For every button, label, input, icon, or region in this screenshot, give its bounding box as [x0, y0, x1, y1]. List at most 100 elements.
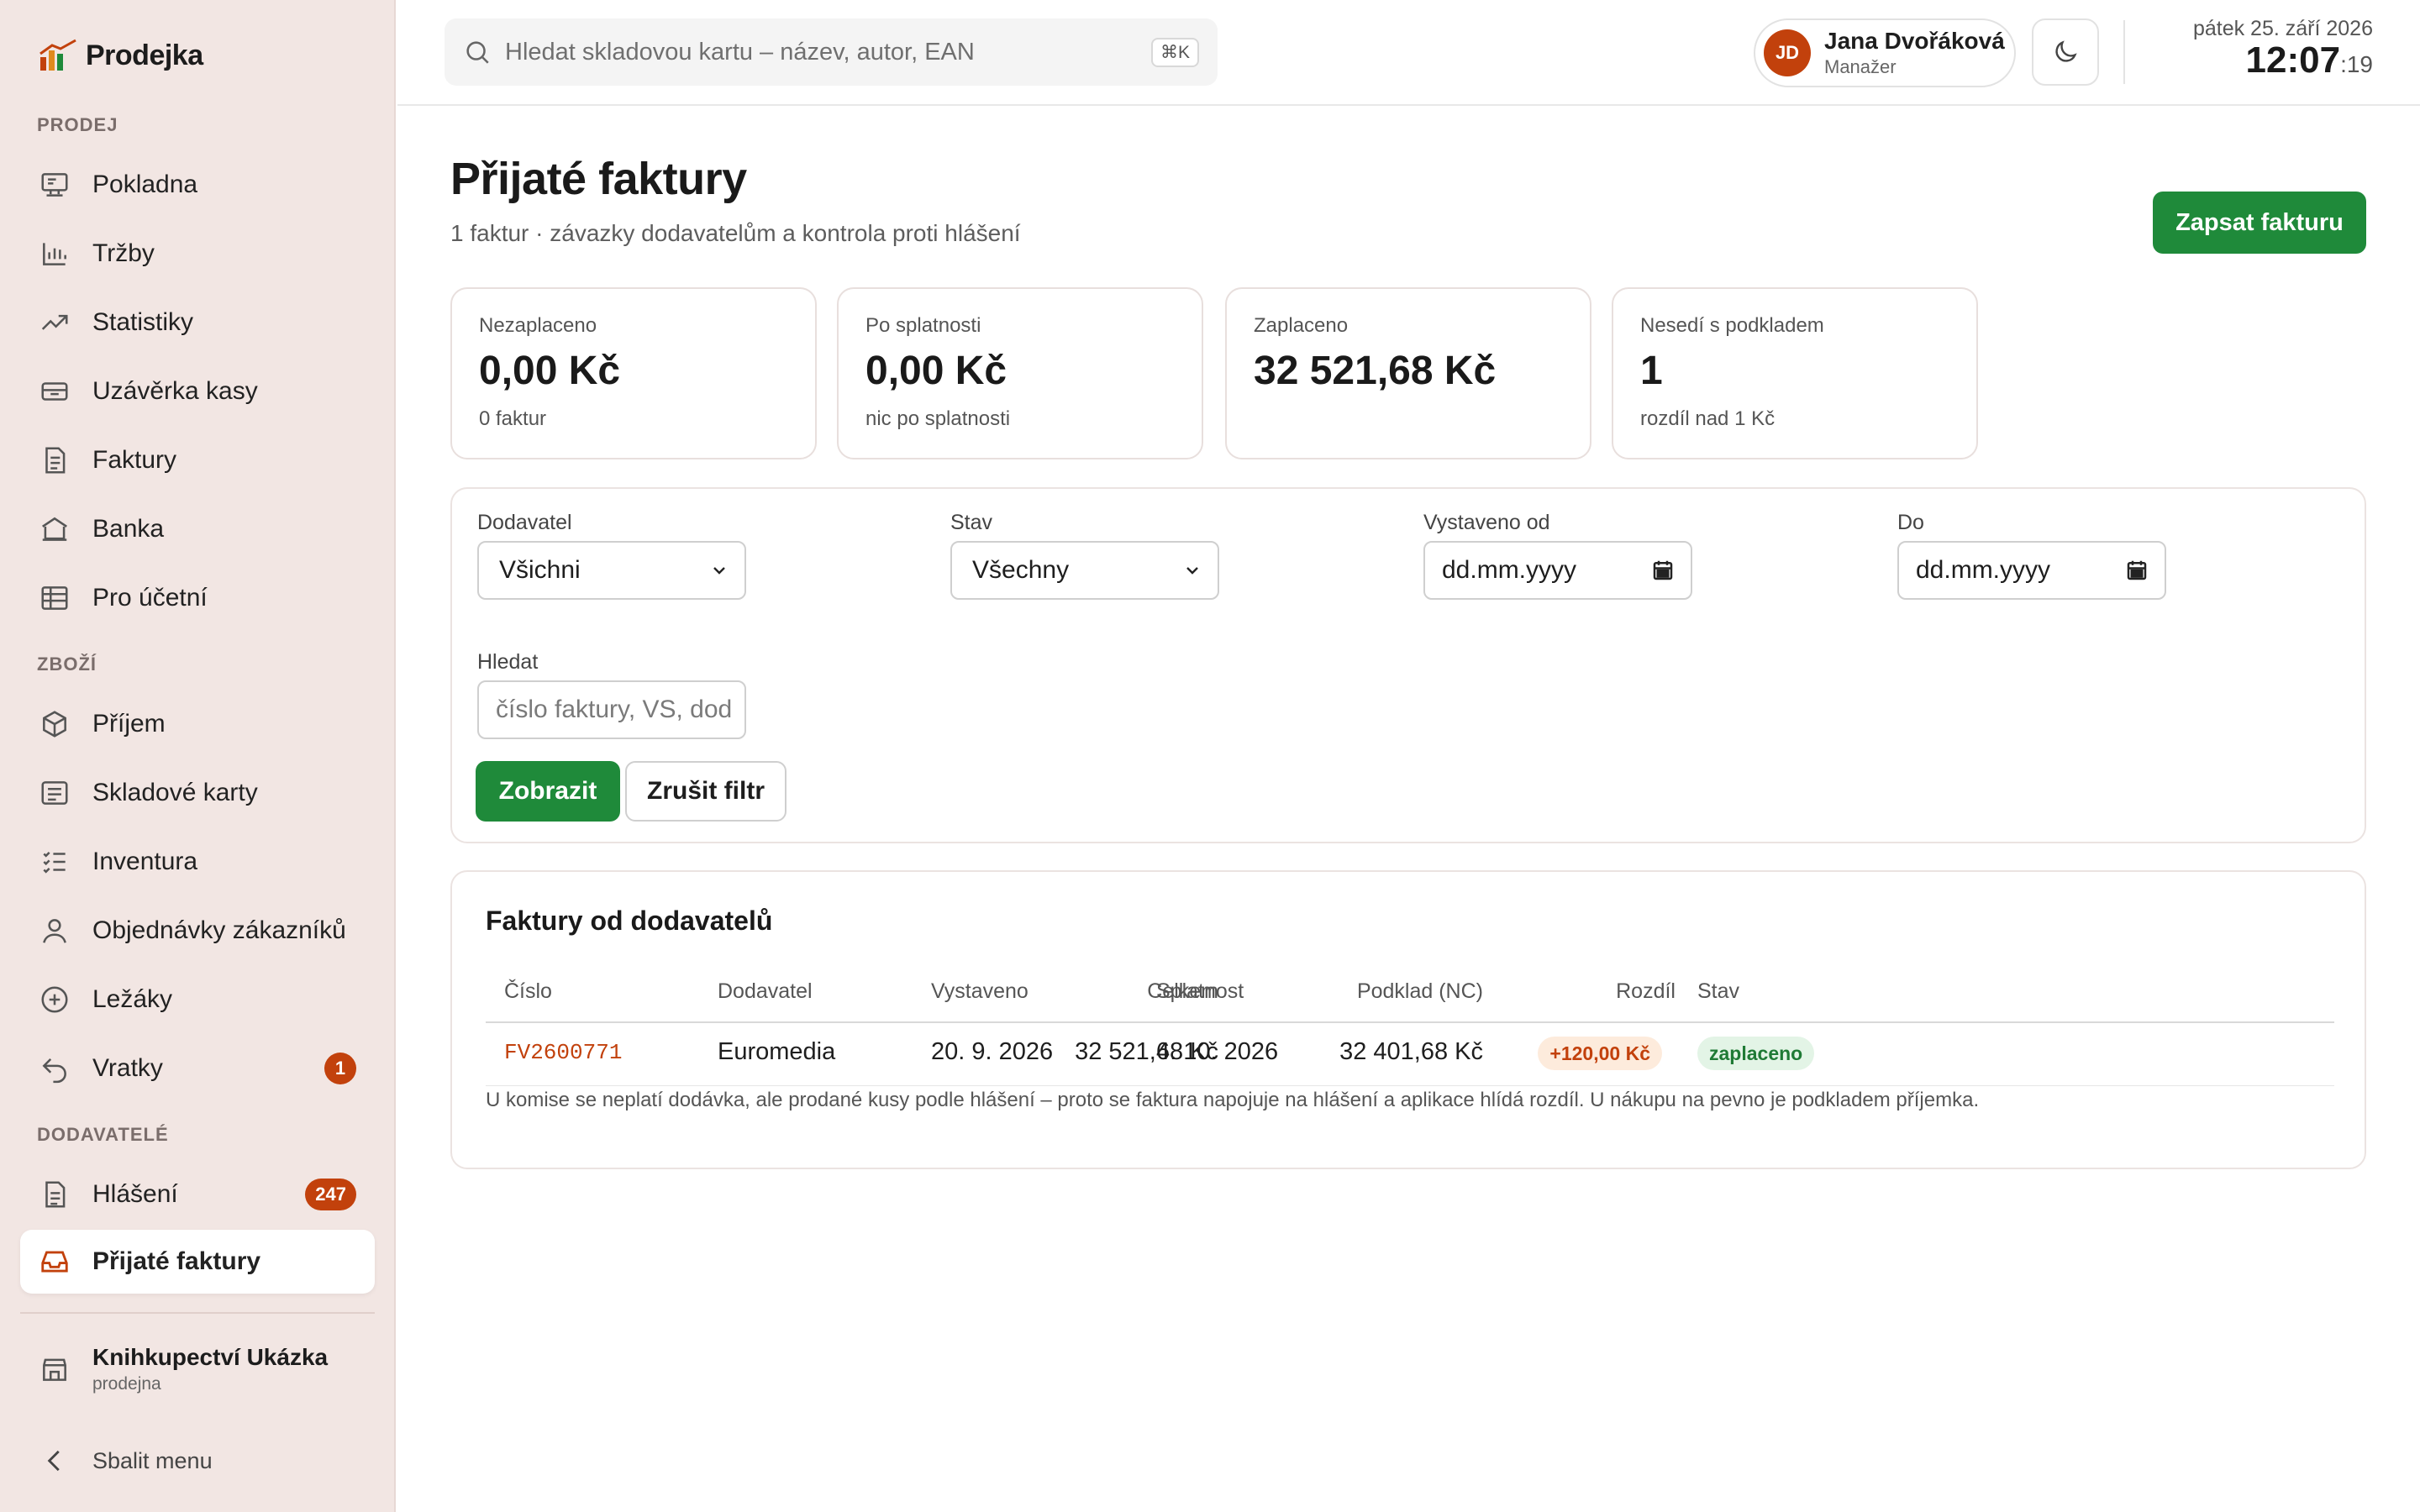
- sidebar-divider: [20, 1312, 375, 1314]
- issued-from-value: dd.mm.yyyy: [1442, 556, 1577, 584]
- search-box[interactable]: ⌘K: [445, 18, 1218, 86]
- avatar: JD: [1764, 29, 1811, 76]
- sidebar-item-label: Přijaté faktury: [92, 1247, 261, 1275]
- page-title: Přijaté faktury: [450, 154, 747, 204]
- stat-card-overdue: Po splatnosti 0,00 Kč nic po splatnosti: [837, 287, 1203, 459]
- sidebar-item-label: Pokladna: [92, 171, 198, 198]
- issued-from-date-input[interactable]: dd.mm.yyyy: [1423, 541, 1692, 600]
- sidebar-item-label: Tržby: [92, 239, 155, 267]
- issued-to-date-input[interactable]: dd.mm.yyyy: [1897, 541, 2166, 600]
- theme-toggle-button[interactable]: [2032, 18, 2099, 86]
- sidebar-item-label: Pro účetní: [92, 584, 208, 612]
- sidebar-item-vratky[interactable]: Vratky 1: [20, 1037, 375, 1100]
- cell-total: 32 521,68 Kč: [1075, 1038, 1218, 1065]
- sidebar-item-prijate-faktury[interactable]: Přijaté faktury: [20, 1230, 375, 1294]
- column-header-basis[interactable]: Podklad (NC): [1357, 979, 1483, 1004]
- document-icon: [39, 444, 71, 476]
- stat-sub: nic po splatnosti: [865, 407, 1011, 430]
- clock-date: pátek 25. září 2026: [2192, 17, 2373, 40]
- topbar-divider: [2123, 20, 2125, 84]
- column-header-total[interactable]: Celkem: [1147, 979, 1218, 1004]
- stat-card-mismatch: Nesedí s podkladem 1 rozdíl nad 1 Kč: [1612, 287, 1978, 459]
- sidebar-item-label: Vratky: [92, 1054, 163, 1082]
- sidebar-item-label: Uzávěrka kasy: [92, 377, 258, 405]
- column-header-difference[interactable]: Rozdíl: [1616, 979, 1676, 1004]
- search-input[interactable]: [505, 38, 1151, 66]
- stat-value: 0,00 Kč: [865, 349, 1007, 393]
- sidebar-item-pokladna[interactable]: Pokladna: [20, 153, 375, 217]
- supplier-filter-label: Dodavatel: [477, 511, 572, 534]
- table-row-divider: [486, 1085, 2334, 1086]
- sidebar: Prodejka PRODEJ Pokladna Tržby Statistik…: [0, 0, 396, 1512]
- sidebar-item-statistiky[interactable]: Statistiky: [20, 291, 375, 354]
- section-label-dodavatele: DODAVATELÉ: [37, 1124, 169, 1145]
- section-label-zbozi: ZBOŽÍ: [37, 654, 97, 675]
- sidebar-item-label: Objednávky zákazníků: [92, 916, 346, 944]
- stat-label: Po splatnosti: [865, 314, 981, 337]
- logo-icon: [39, 39, 76, 71]
- sidebar-item-faktury[interactable]: Faktury: [20, 428, 375, 492]
- stat-label: Nesedí s podkladem: [1640, 314, 1824, 337]
- sidebar-item-pro-ucetni[interactable]: Pro účetní: [20, 566, 375, 630]
- section-label-prodej: PRODEJ: [37, 114, 118, 135]
- calendar-icon: [2127, 560, 2147, 580]
- stat-sub: 0 faktur: [479, 407, 547, 430]
- clock-seconds: :19: [2340, 51, 2373, 77]
- sidebar-item-label: Ležáky: [92, 985, 173, 1013]
- invoice-search-input[interactable]: číslo faktury, VS, dod: [477, 680, 746, 739]
- invoice-number-link[interactable]: FV2600771: [504, 1040, 622, 1065]
- page-subtitle: 1 faktur · závazky dodavatelům a kontrol…: [450, 220, 1021, 246]
- sidebar-item-lezaky[interactable]: Ležáky: [20, 968, 375, 1032]
- sidebar-item-uzaverka-kasy[interactable]: Uzávěrka kasy: [20, 360, 375, 423]
- sidebar-item-objednavky-zakazniku[interactable]: Objednávky zákazníků: [20, 899, 375, 963]
- issued-to-label: Do: [1897, 511, 1924, 534]
- box-icon: [39, 708, 71, 740]
- register-icon: [39, 169, 71, 201]
- search-filter-label: Hledat: [477, 650, 539, 674]
- calendar-icon: [1653, 560, 1673, 580]
- moon-icon: [2055, 40, 2077, 62]
- vratky-count-badge: 1: [324, 1053, 356, 1084]
- clock: pátek 25. září 2026 12:07:19: [2193, 17, 2373, 80]
- checklist-icon: [39, 846, 71, 878]
- sidebar-item-skladove-karty[interactable]: Skladové karty: [20, 761, 375, 825]
- show-button[interactable]: Zobrazit: [476, 761, 620, 822]
- table-icon: [39, 582, 71, 614]
- stat-sub: rozdíl nad 1 Kč: [1640, 407, 1776, 430]
- sidebar-item-inventura[interactable]: Inventura: [20, 830, 375, 894]
- hlaseni-count-badge: 247: [305, 1179, 356, 1210]
- supplier-select[interactable]: Všichni: [477, 541, 746, 600]
- status-select[interactable]: Všechny: [950, 541, 1219, 600]
- clock-hours-minutes: 12:07: [2245, 39, 2341, 81]
- stat-label: Nezaplaceno: [479, 314, 597, 337]
- column-header-status[interactable]: Stav: [1697, 979, 1739, 1004]
- status-badge: zaplaceno: [1697, 1037, 1815, 1070]
- chevron-left-icon: [39, 1445, 71, 1477]
- sidebar-item-prijem[interactable]: Příjem: [20, 692, 375, 756]
- sidebar-item-hlaseni[interactable]: Hlášení 247: [20, 1163, 375, 1226]
- column-header-number[interactable]: Číslo: [504, 979, 552, 1004]
- column-header-issued[interactable]: Vystaveno: [931, 979, 1028, 1004]
- add-invoice-button[interactable]: Zapsat fakturu: [2153, 192, 2366, 254]
- difference-badge: +120,00 Kč: [1538, 1037, 1662, 1070]
- card-list-icon: [39, 777, 71, 809]
- store-switcher[interactable]: Knihkupectví Ukázka prodejna: [39, 1344, 328, 1394]
- sidebar-item-label: Inventura: [92, 848, 198, 875]
- column-header-supplier[interactable]: Dodavatel: [718, 979, 813, 1004]
- status-select-value: Všechny: [972, 556, 1070, 584]
- chevron-down-icon: [1186, 567, 1198, 575]
- brand[interactable]: Prodejka: [39, 39, 203, 72]
- sidebar-item-label: Hlášení: [92, 1180, 178, 1208]
- user-menu[interactable]: JD Jana Dvořáková Manažer: [1754, 18, 2016, 87]
- sidebar-item-label: Faktury: [92, 446, 177, 474]
- user-name: Jana Dvořáková: [1824, 28, 2005, 54]
- sidebar-item-banka[interactable]: Banka: [20, 497, 375, 561]
- collapse-menu-button[interactable]: Sbalit menu: [39, 1445, 213, 1477]
- collapse-menu-label: Sbalit menu: [92, 1447, 213, 1473]
- sidebar-item-trzby[interactable]: Tržby: [20, 222, 375, 286]
- cell-basis: 32 401,68 Kč: [1339, 1038, 1483, 1065]
- clear-filter-button[interactable]: Zrušit filtr: [625, 761, 786, 822]
- status-filter-label: Stav: [950, 511, 993, 534]
- table-title: Faktury od dodavatelů: [486, 906, 773, 936]
- plus-circle-icon: [39, 984, 71, 1016]
